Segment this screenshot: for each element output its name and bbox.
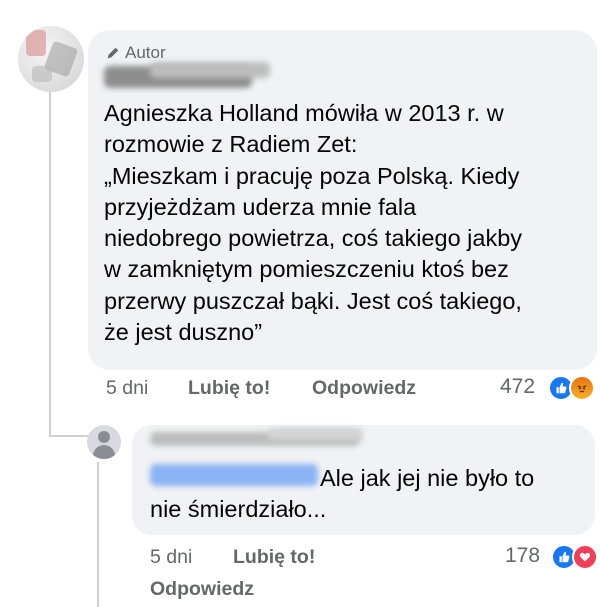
author-badge: Autor	[106, 43, 166, 63]
thread-line	[49, 92, 51, 437]
reply-reply-button[interactable]: Odpowiedz	[150, 578, 254, 601]
heart-icon[interactable]	[572, 544, 598, 570]
comment-text: Agnieszka Holland mówiła w 2013 r. w roz…	[104, 100, 523, 346]
reaction-count[interactable]: 472	[500, 375, 535, 399]
angry-icon[interactable]	[569, 375, 595, 401]
reply-like-button[interactable]: Lubię to!	[233, 546, 315, 569]
reply-avatar[interactable]	[87, 425, 121, 459]
reply-thread-line	[97, 462, 99, 607]
author-badge-label: Autor	[125, 43, 166, 62]
reply-text: Ale jak jej nie było to nie śmierdziało.…	[150, 465, 535, 522]
comment-time[interactable]: 5 dni	[106, 377, 148, 400]
thread-connector	[49, 435, 89, 437]
reply-author-name-redacted-overlay	[268, 428, 363, 440]
pencil-icon	[107, 47, 119, 59]
like-button[interactable]: Lubię to!	[188, 377, 270, 400]
reply-button[interactable]: Odpowiedz	[312, 377, 416, 400]
reply-text-wrapper: Ale jak jej nie było to nie śmierdziało.…	[150, 463, 580, 525]
person-icon	[98, 431, 110, 443]
reply-time[interactable]: 5 dni	[150, 546, 192, 569]
reply-reaction-count[interactable]: 178	[505, 544, 540, 568]
avatar[interactable]	[18, 26, 84, 92]
author-name-redacted-overlay	[150, 62, 270, 78]
